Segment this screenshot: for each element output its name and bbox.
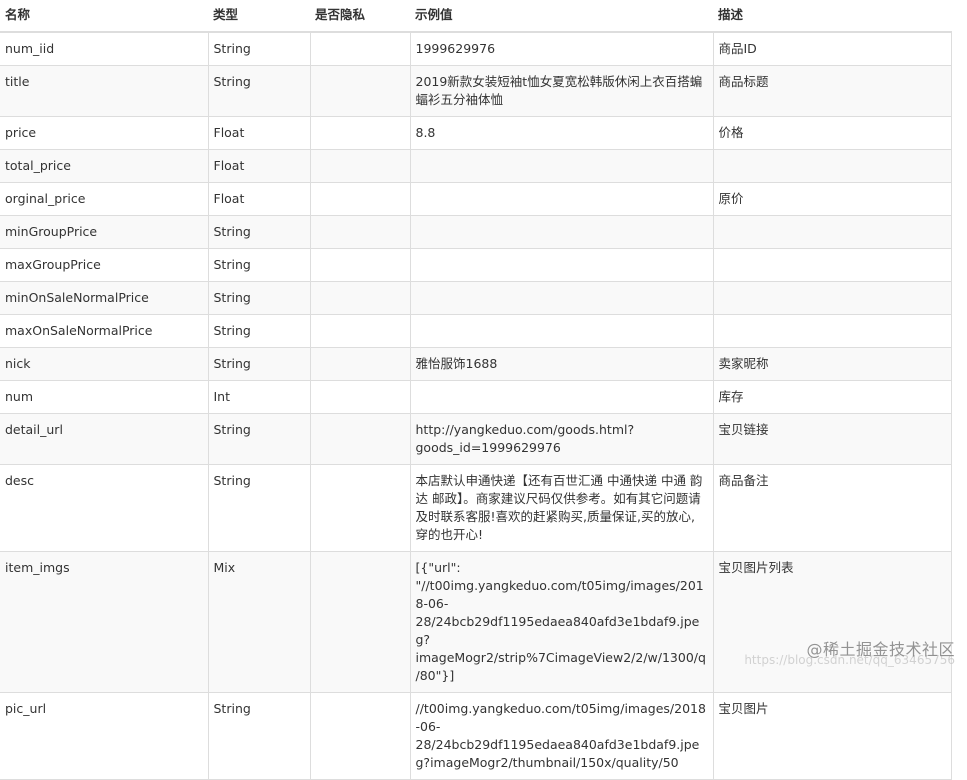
cell-type: String [207, 31, 311, 66]
table-row: item_imgs Mix [{"url": "//t00img.yangked… [0, 551, 952, 693]
cell-example: [{"url": "//t00img.yangkeduo.com/t05img/… [409, 551, 714, 693]
cell-privacy [309, 314, 411, 348]
cell-privacy [309, 149, 411, 183]
cell-description: 商品备注 [712, 464, 952, 552]
table-row: pic_url String //t00img.yangkeduo.com/t0… [0, 692, 952, 780]
table-row: maxOnSaleNormalPrice String [0, 314, 952, 348]
cell-type: Float [207, 182, 311, 216]
cell-type: String [207, 692, 311, 780]
cell-example: //t00img.yangkeduo.com/t05img/images/201… [409, 692, 714, 780]
cell-type: Mix [207, 551, 311, 693]
cell-type: String [207, 314, 311, 348]
header-privacy: 是否隐私 [310, 0, 410, 33]
cell-privacy [309, 551, 411, 693]
cell-name: minGroupPrice [0, 215, 209, 249]
cell-description: 宝贝图片 [712, 692, 952, 780]
table-row: title String 2019新款女装短袖t恤女夏宽松韩版休闲上衣百搭蝙蝠衫… [0, 65, 952, 117]
cell-example [409, 182, 714, 216]
cell-name: title [0, 65, 209, 117]
cell-privacy [309, 464, 411, 552]
table-row: price Float 8.8 价格 [0, 116, 952, 150]
table-row: detail_url String http://yangkeduo.com/g… [0, 413, 952, 465]
cell-example [409, 380, 714, 414]
cell-name: detail_url [0, 413, 209, 465]
cell-type: Int [207, 380, 311, 414]
cell-description [712, 314, 952, 348]
table-row: desc String 本店默认申通快递【还有百世汇通 中通快递 中通 韵达 邮… [0, 464, 952, 552]
cell-name: num_iid [0, 31, 209, 66]
cell-type: String [207, 281, 311, 315]
cell-example: http://yangkeduo.com/goods.html?goods_id… [409, 413, 714, 465]
cell-name: orginal_price [0, 182, 209, 216]
cell-example: 雅怡服饰1688 [409, 347, 714, 381]
cell-example [409, 281, 714, 315]
cell-privacy [309, 692, 411, 780]
table-row: nick String 雅怡服饰1688 卖家昵称 [0, 347, 952, 381]
cell-name: maxGroupPrice [0, 248, 209, 282]
cell-name: num [0, 380, 209, 414]
cell-name: nick [0, 347, 209, 381]
table-row: maxGroupPrice String [0, 248, 952, 282]
cell-type: String [207, 464, 311, 552]
header-description: 描述 [713, 0, 951, 33]
cell-example [409, 215, 714, 249]
cell-description: 库存 [712, 380, 952, 414]
cell-name: minOnSaleNormalPrice [0, 281, 209, 315]
cell-example [409, 248, 714, 282]
table-header-row: 名称 类型 是否隐私 示例值 描述 [0, 0, 951, 33]
cell-type: String [207, 65, 311, 117]
cell-example: 2019新款女装短袖t恤女夏宽松韩版休闲上衣百搭蝙蝠衫五分袖体恤 [409, 65, 714, 117]
cell-description: 价格 [712, 116, 952, 150]
cell-name: pic_url [0, 692, 209, 780]
cell-type: String [207, 347, 311, 381]
cell-description [712, 281, 952, 315]
table-row: minOnSaleNormalPrice String [0, 281, 952, 315]
table-row: orginal_price Float 原价 [0, 182, 952, 216]
cell-type: String [207, 248, 311, 282]
site-watermark: @稀土掘金技术社区 [806, 640, 955, 659]
cell-privacy [309, 31, 411, 66]
cell-description: 原价 [712, 182, 952, 216]
cell-example [409, 149, 714, 183]
cell-example: 本店默认申通快递【还有百世汇通 中通快递 中通 韵达 邮政】。商家建议尺码仅供参… [409, 464, 714, 552]
cell-type: String [207, 413, 311, 465]
cell-description: 宝贝图片列表 [712, 551, 952, 693]
cell-description [712, 215, 952, 249]
cell-description: 商品ID [712, 31, 952, 66]
cell-privacy [309, 347, 411, 381]
header-type: 类型 [208, 0, 310, 33]
table-row: num_iid String 1999629976 商品ID [0, 31, 952, 66]
cell-name: maxOnSaleNormalPrice [0, 314, 209, 348]
cell-description: 卖家昵称 [712, 347, 952, 381]
cell-description [712, 248, 952, 282]
cell-description: 宝贝链接 [712, 413, 952, 465]
cell-example: 8.8 [409, 116, 714, 150]
header-name: 名称 [0, 0, 208, 33]
table-row: num Int 库存 [0, 380, 952, 414]
header-example: 示例值 [410, 0, 713, 33]
cell-type: Float [207, 149, 311, 183]
cell-name: item_imgs [0, 551, 209, 693]
cell-privacy [309, 380, 411, 414]
cell-example: 1999629976 [409, 31, 714, 66]
cell-type: Float [207, 116, 311, 150]
cell-description: 商品标题 [712, 65, 952, 117]
cell-type: String [207, 215, 311, 249]
table-row: total_price Float [0, 149, 952, 183]
table-row: minGroupPrice String [0, 215, 952, 249]
cell-privacy [309, 215, 411, 249]
cell-privacy [309, 65, 411, 117]
cell-name: price [0, 116, 209, 150]
cell-description [712, 149, 952, 183]
cell-privacy [309, 182, 411, 216]
cell-privacy [309, 116, 411, 150]
cell-name: total_price [0, 149, 209, 183]
cell-privacy [309, 413, 411, 465]
cell-privacy [309, 281, 411, 315]
cell-example [409, 314, 714, 348]
cell-privacy [309, 248, 411, 282]
cell-name: desc [0, 464, 209, 552]
